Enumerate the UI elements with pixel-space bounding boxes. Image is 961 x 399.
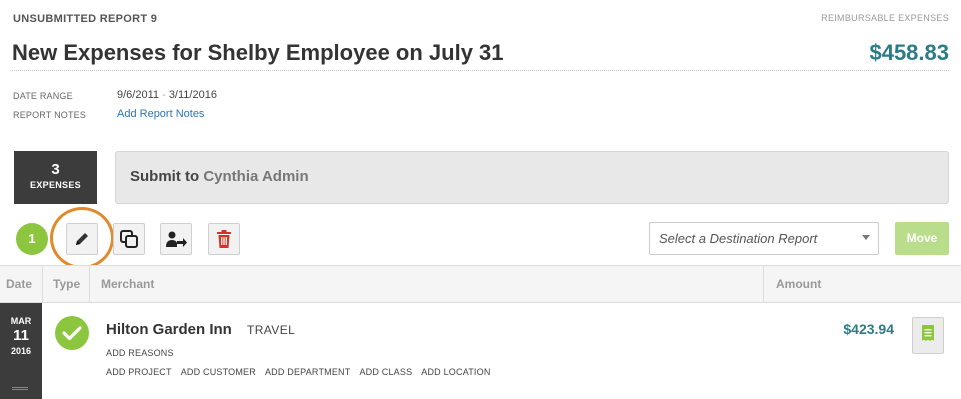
step-badge: 1: [16, 223, 48, 255]
report-total: $458.83: [869, 40, 949, 65]
duplicate-icon: [119, 229, 139, 249]
edit-icon: [73, 230, 91, 248]
column-divider: [89, 266, 90, 302]
add-report-notes-link[interactable]: Add Report Notes: [117, 108, 204, 120]
submit-to-button[interactable]: Submit to Cynthia Admin: [115, 151, 949, 204]
reassign-icon: [165, 230, 187, 248]
add-class-link[interactable]: ADD CLASS: [359, 367, 412, 377]
add-location-link[interactable]: ADD LOCATION: [421, 367, 490, 377]
expense-table-header: Date Type Merchant Amount: [0, 265, 961, 303]
column-divider: [42, 266, 43, 302]
expense-tag-links: ADD PROJECT ADD CUSTOMER ADD DEPARTMENT …: [106, 367, 491, 377]
add-department-link[interactable]: ADD DEPARTMENT: [265, 367, 350, 377]
expense-date: MAR 11 2016: [0, 303, 42, 399]
column-header-date[interactable]: Date: [6, 266, 32, 302]
expense-date-day: 11: [13, 327, 29, 344]
submit-prefix: Submit to: [130, 168, 204, 185]
expense-count-label: EXPENSES: [30, 180, 81, 190]
expense-date-year: 2016: [10, 346, 32, 356]
report-title[interactable]: New Expenses for Shelby Employee on July…: [12, 40, 504, 66]
expense-count: 3: [51, 161, 60, 178]
expense-date-month: MAR: [10, 316, 32, 326]
title-divider: [12, 70, 949, 71]
column-header-amount[interactable]: Amount: [776, 266, 821, 302]
report-notes-label: REPORT NOTES: [13, 110, 87, 120]
date-range-end: 3/11/2016: [168, 89, 217, 101]
expense-category: TRAVEL: [247, 323, 296, 337]
receipt-button[interactable]: [912, 317, 944, 354]
date-range-separator: -: [162, 89, 166, 101]
expense-amount: $423.94: [843, 321, 894, 337]
column-header-type[interactable]: Type: [53, 266, 80, 302]
date-range-start: 9/6/2011: [117, 89, 160, 101]
duplicate-button[interactable]: [113, 223, 145, 255]
edit-button[interactable]: [66, 223, 98, 255]
receipt-icon: [921, 324, 935, 347]
delete-icon: [216, 230, 232, 248]
reassign-button[interactable]: [160, 223, 192, 255]
reimbursable-expenses-label: REIMBURSABLE EXPENSES: [821, 13, 949, 23]
expense-merchant[interactable]: Hilton Garden Inn: [106, 321, 232, 338]
date-range-value: 9/6/2011 - 3/11/2016: [117, 89, 217, 101]
delete-button[interactable]: [208, 223, 240, 255]
date-range-label: DATE RANGE: [13, 91, 73, 101]
column-divider: [763, 266, 764, 302]
destination-report-placeholder: Select a Destination Report: [659, 231, 818, 246]
add-reasons-link[interactable]: ADD REASONS: [106, 348, 174, 358]
chevron-down-icon: [862, 235, 870, 240]
move-button[interactable]: Move: [895, 222, 949, 255]
add-customer-link[interactable]: ADD CUSTOMER: [181, 367, 256, 377]
report-status-label: UNSUBMITTED REPORT 9: [13, 13, 158, 25]
submit-approver-name: Cynthia Admin: [203, 168, 309, 185]
expense-count-box: 3 EXPENSES: [14, 151, 97, 204]
add-project-link[interactable]: ADD PROJECT: [106, 367, 172, 377]
check-icon[interactable]: [55, 316, 89, 350]
drag-handle-icon[interactable]: [12, 387, 28, 390]
destination-report-select[interactable]: Select a Destination Report: [649, 222, 879, 255]
column-header-merchant[interactable]: Merchant: [101, 266, 154, 302]
